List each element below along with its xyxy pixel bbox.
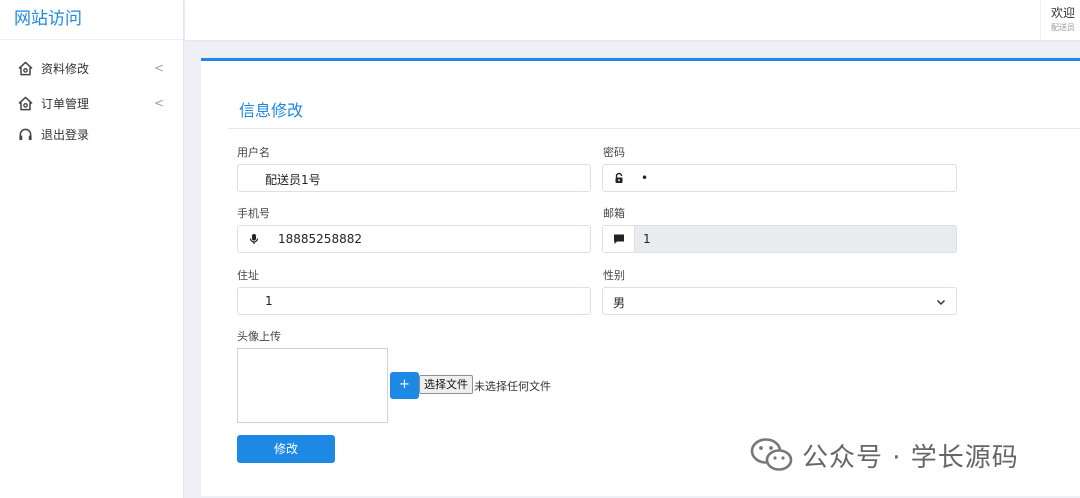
sidebar-item-label: 订单管理	[41, 96, 90, 111]
phone-label: 手机号	[237, 207, 270, 220]
address-value: 1	[265, 294, 273, 308]
phone-field[interactable]: 18885258882	[237, 225, 591, 253]
headset-icon	[17, 126, 33, 142]
email-field[interactable]: 1	[602, 225, 957, 253]
phone-value: 18885258882	[278, 232, 362, 246]
file-status: 未选择任何文件	[474, 380, 551, 393]
gender-select[interactable]: 男	[602, 287, 957, 315]
add-image-button[interactable]: +	[390, 372, 419, 399]
address-field[interactable]: 1	[237, 287, 591, 315]
email-label: 邮箱	[603, 207, 625, 220]
password-field[interactable]: •	[602, 164, 957, 192]
watermark: 公众号 · 学长源码	[750, 436, 1019, 474]
submit-button[interactable]: 修改	[237, 435, 335, 463]
chevron-left-icon: <	[154, 61, 165, 75]
password-value: •	[641, 171, 649, 185]
email-value: 1	[643, 232, 651, 246]
avatar-preview	[237, 348, 388, 423]
gender-label: 性别	[603, 269, 625, 282]
watermark-text: 公众号 · 学长源码	[802, 442, 1019, 473]
home-icon	[17, 95, 33, 111]
divider	[228, 128, 1080, 129]
home-icon	[17, 60, 33, 76]
choose-file-button[interactable]: 选择文件	[419, 375, 473, 394]
sidebar-item-label: 退出登录	[41, 127, 90, 142]
sidebar-item-profile[interactable]: 资料修改 <	[0, 56, 184, 80]
sidebar-item-logout[interactable]: 退出登录	[0, 122, 184, 146]
top-header: 欢迎 配送员	[185, 0, 1080, 40]
sidebar-item-label: 资料修改	[41, 61, 90, 76]
username-label: 用户名	[237, 146, 270, 159]
username-value: 配送员1号	[265, 173, 321, 187]
wechat-icon	[750, 436, 794, 474]
avatar-label: 头像上传	[237, 330, 281, 343]
chevron-left-icon: <	[154, 96, 165, 110]
page-title: 信息修改	[239, 101, 304, 120]
profile-card: 信息修改 用户名 配送员1号 密码 • 手机号 18885258882 邮箱 1…	[201, 58, 1080, 496]
sidebar: 网站访问 资料修改 < 订单管理 < 退出登录	[0, 0, 184, 498]
comment-icon	[613, 233, 625, 245]
brand-title[interactable]: 网站访问	[0, 0, 183, 40]
sidebar-item-orders[interactable]: 订单管理 <	[0, 91, 184, 115]
address-label: 住址	[237, 269, 259, 282]
chevron-down-icon	[936, 296, 946, 306]
password-label: 密码	[603, 146, 625, 159]
lock-icon	[613, 172, 625, 184]
user-menu[interactable]: 欢迎 配送员	[1040, 0, 1080, 40]
username-field[interactable]: 配送员1号	[237, 164, 591, 192]
user-role: 配送员	[1051, 23, 1075, 32]
microphone-icon	[248, 233, 260, 245]
gender-value: 男	[613, 296, 626, 310]
welcome-text: 欢迎	[1051, 6, 1076, 20]
